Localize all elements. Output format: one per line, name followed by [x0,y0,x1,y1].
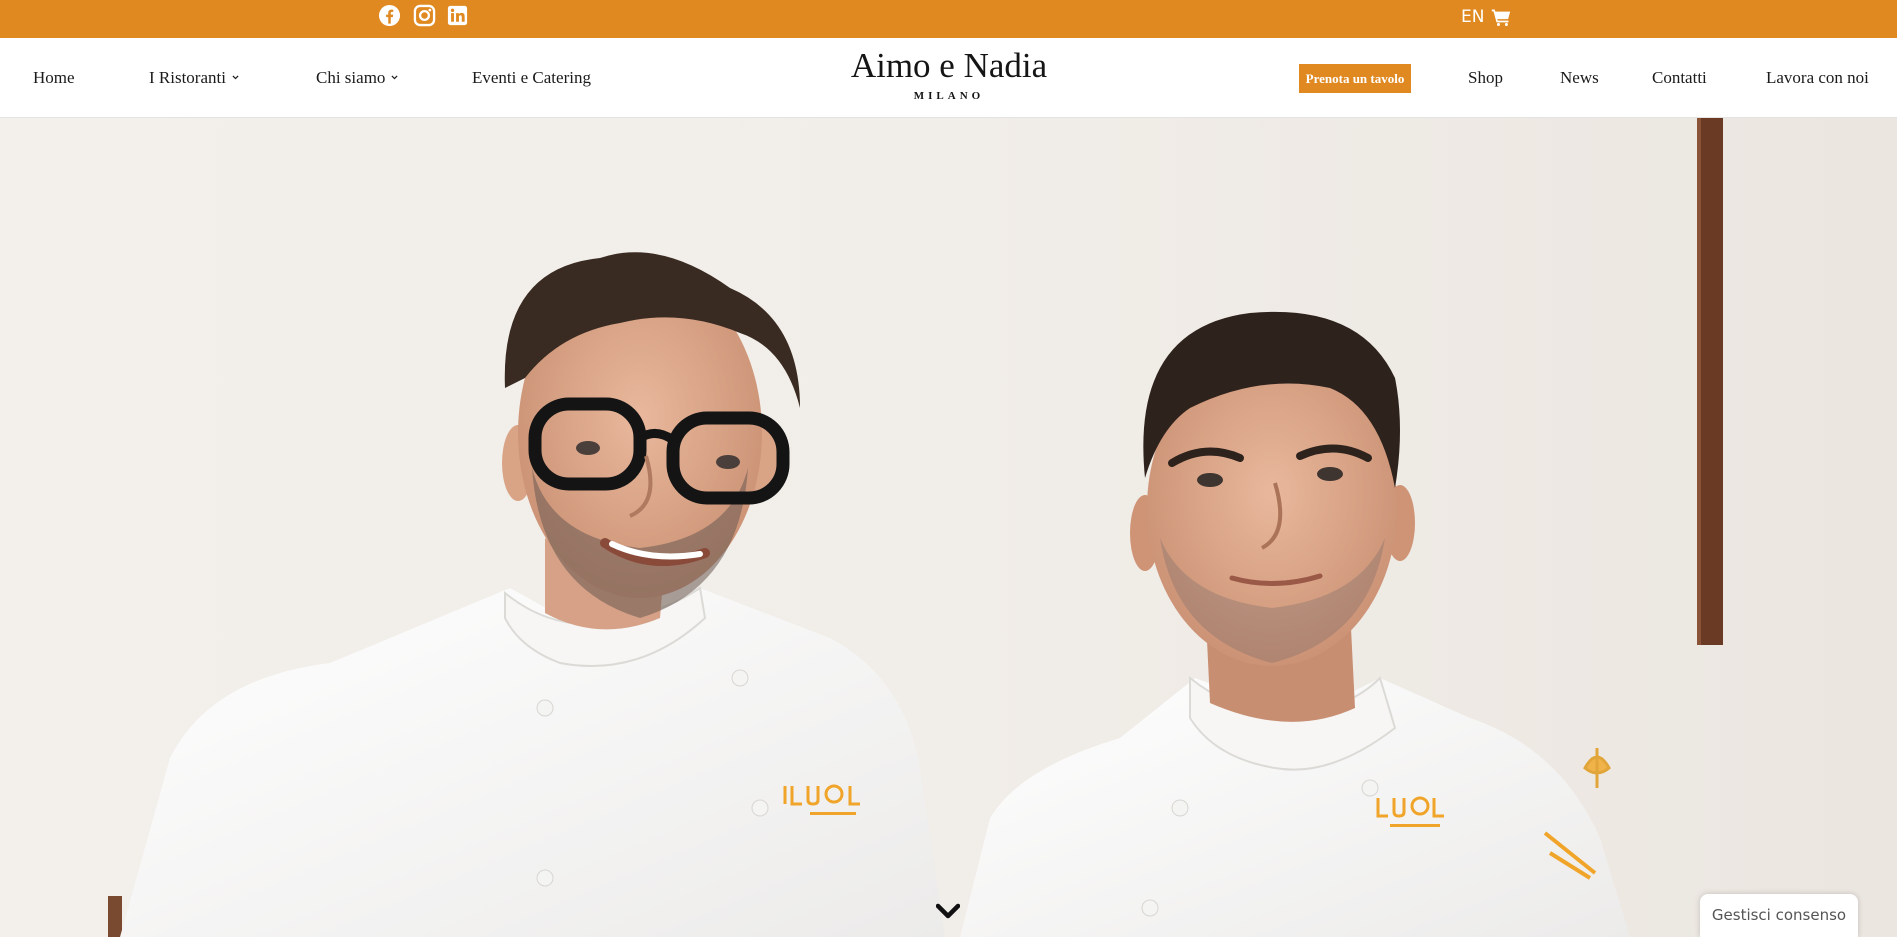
nav-chi-siamo-label: Chi siamo [316,68,386,87]
cart-icon [1491,9,1511,26]
instagram-icon [413,4,435,26]
main-nav: Home I Ristoranti Chi siamo Eventi e Cat… [0,38,1897,118]
consent-button[interactable]: Gestisci consenso [1700,894,1858,937]
chevron-down-icon [936,903,960,919]
top-bar: EN [0,0,1897,38]
nav-home[interactable]: Home [33,68,75,88]
cart-link[interactable] [1491,7,1511,27]
book-table-button[interactable]: Prenota un tavolo [1299,64,1411,93]
nav-ristoranti[interactable]: I Ristoranti [149,68,239,88]
nav-shop[interactable]: Shop [1468,68,1503,88]
linkedin-icon [447,5,467,25]
logo-subtitle: MILANO [913,90,985,102]
chevron-down-icon [232,74,239,81]
nav-eventi-catering[interactable]: Eventi e Catering [472,68,591,88]
hero-image [0,118,1897,937]
instagram-link[interactable] [412,3,436,27]
nav-contatti[interactable]: Contatti [1652,68,1707,88]
facebook-icon [378,4,400,26]
language-switch[interactable]: EN [1461,6,1484,28]
nav-lavora-con-noi[interactable]: Lavora con noi [1766,68,1869,88]
facebook-link[interactable] [377,3,401,27]
nav-news[interactable]: News [1560,68,1599,88]
nav-chi-siamo[interactable]: Chi siamo [316,68,398,88]
scroll-down-button[interactable] [936,903,960,921]
linkedin-link[interactable] [445,3,469,27]
chefs-photo [0,118,1897,937]
chevron-down-icon [391,74,398,81]
nav-ristoranti-label: I Ristoranti [149,68,226,87]
logo-title: Aimo e Nadia [850,46,1048,85]
